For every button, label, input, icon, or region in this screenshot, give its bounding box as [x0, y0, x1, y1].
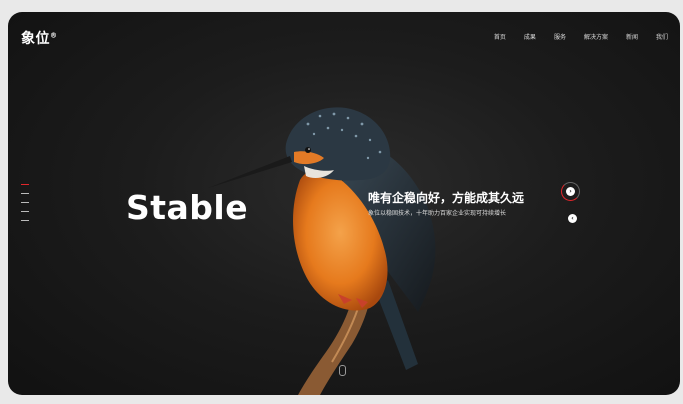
brand-logo[interactable]: 象位®: [21, 28, 58, 48]
nav-item-solutions[interactable]: 解决方案: [584, 32, 608, 41]
slide-indicator-bar[interactable]: [21, 202, 29, 203]
hero-headline: 唯有企稳向好，方能成其久远: [368, 191, 525, 205]
nav-item-about[interactable]: 我们: [656, 32, 668, 41]
hero-word: Stable: [126, 188, 249, 227]
chevron-right-icon: ›: [566, 187, 575, 196]
slide-indicator-bar[interactable]: [21, 211, 29, 212]
slide-indicator-bar[interactable]: [21, 193, 29, 194]
kingfisher-image: [208, 107, 436, 395]
slide-indicator-bar-active[interactable]: [21, 184, 29, 185]
logo-text: 象位: [21, 31, 50, 47]
mouse-scroll-icon[interactable]: [339, 365, 346, 376]
registered-mark: ®: [50, 31, 58, 40]
next-slide-button[interactable]: ›: [561, 182, 580, 201]
prev-slide-button[interactable]: ‹: [568, 214, 577, 223]
main-nav: 首页 成果 服务 解决方案 新闻 我们: [494, 32, 668, 41]
hero-frame: 象位® 首页 成果 服务 解决方案 新闻 我们 Stable 唯有企稳向好，方能…: [8, 12, 680, 395]
nav-item-results[interactable]: 成果: [524, 32, 536, 41]
nav-item-home[interactable]: 首页: [494, 32, 506, 41]
hero-subline: 象位以稳固技术，十年助力百家企业实现可持续增长: [368, 210, 507, 217]
chevron-left-icon: ‹: [571, 214, 574, 222]
nav-item-news[interactable]: 新闻: [626, 32, 638, 41]
nav-item-services[interactable]: 服务: [554, 32, 566, 41]
slide-indicator-bar[interactable]: [21, 220, 29, 221]
slide-indicator: [21, 184, 29, 229]
